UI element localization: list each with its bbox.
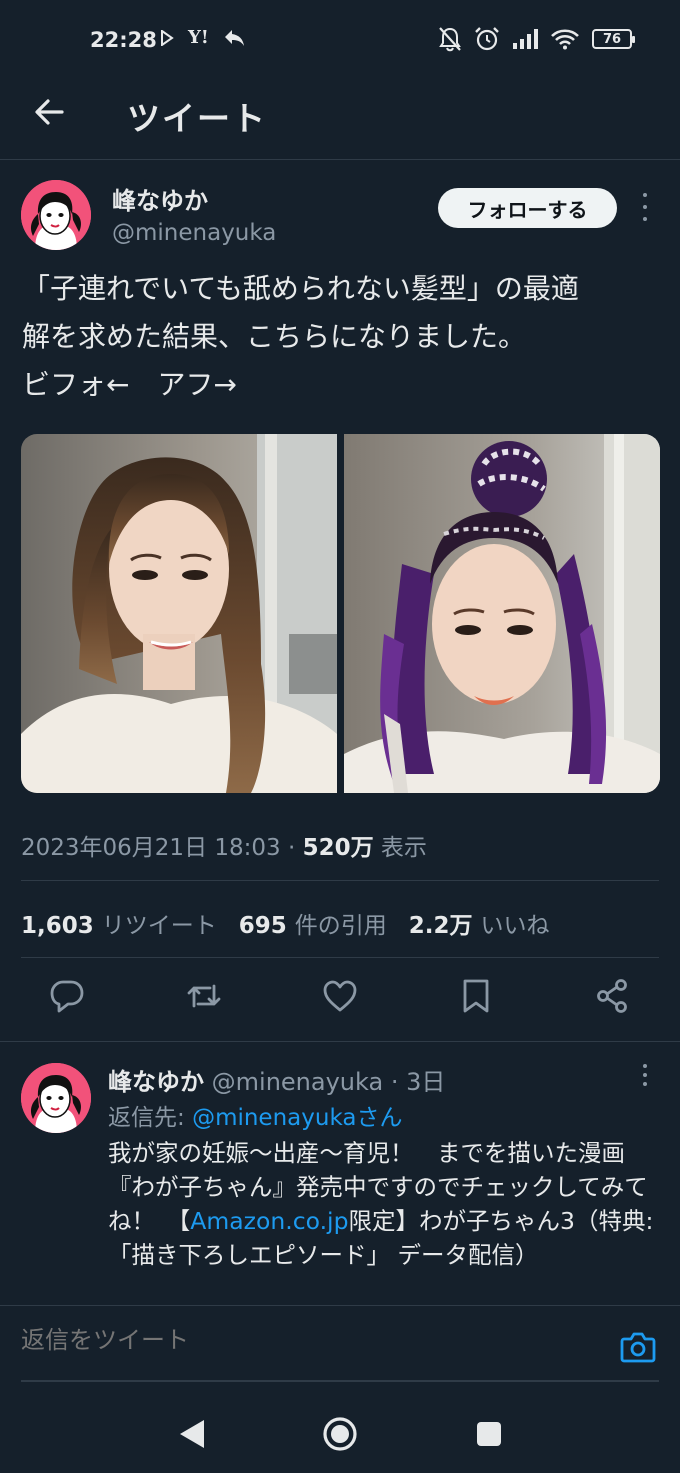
signal-icon xyxy=(513,29,538,49)
battery-icon: 76 xyxy=(592,29,635,49)
tweet-photo-before[interactable] xyxy=(21,434,337,793)
reply-author-avatar[interactable] xyxy=(21,1063,91,1133)
reply-notification-icon xyxy=(224,29,244,46)
follow-button[interactable]: フォローする xyxy=(438,188,617,228)
illustrated-face-icon xyxy=(21,1063,91,1133)
bookmark-icon[interactable] xyxy=(458,978,494,1014)
page-title: ツイート xyxy=(127,99,267,138)
tweet-meta: 2023年06月21日 18:03 · 520万 表示 xyxy=(21,828,427,862)
top-app-bar: ツイート xyxy=(0,82,680,160)
reply-tweet[interactable]: 峰なゆか @minenayuka · 3日 返信先: @minenayukaさん… xyxy=(0,1041,680,1306)
tweet-text: 「子連れでいても舐められない髪型」の最適 解を求めた結果、こちらになりました。 … xyxy=(22,272,579,401)
quotes-stat[interactable]: 695 件の引用 xyxy=(239,906,387,940)
nav-back-icon[interactable] xyxy=(172,1414,212,1454)
retweets-count: 1,603 xyxy=(21,913,94,939)
reply-header: 峰なゆか @minenayuka · 3日 xyxy=(108,1062,445,1097)
views-label: 表示 xyxy=(380,835,427,861)
retweets-label: リツイート xyxy=(101,913,217,939)
nav-home-icon[interactable] xyxy=(320,1414,360,1454)
retweets-stat[interactable]: 1,603 リツイート xyxy=(21,906,217,940)
wifi-icon xyxy=(551,29,579,50)
tweet-stats: 1,603 リツイート 695 件の引用 2.2万 いいね xyxy=(21,906,550,940)
quotes-count: 695 xyxy=(238,913,287,939)
views-count: 520万 xyxy=(302,835,374,861)
play-notification-icon xyxy=(161,29,174,46)
tweet-action-bar xyxy=(0,978,680,1022)
tweet-timestamp[interactable]: 2023年06月21日 18:03 · xyxy=(21,835,303,861)
status-time: 22:28 xyxy=(90,28,157,52)
reply-input[interactable] xyxy=(21,1326,601,1354)
reply-author-name[interactable]: 峰なゆか xyxy=(108,1068,204,1096)
likes-count: 2.2万 xyxy=(408,913,473,939)
reply-icon[interactable] xyxy=(49,978,85,1014)
composer-underline xyxy=(21,1380,659,1382)
divider xyxy=(21,957,659,958)
author-name[interactable]: 峰なゆか xyxy=(112,181,276,216)
author-avatar[interactable] xyxy=(21,180,91,250)
share-icon[interactable] xyxy=(594,978,630,1014)
status-bar: 22:28 Y! 76 xyxy=(0,0,680,82)
reply-age: · 3日 xyxy=(390,1068,446,1096)
yahoo-notification-icon: Y! xyxy=(188,27,209,48)
reply-more-options-icon[interactable] xyxy=(640,1064,650,1086)
nav-recents-icon[interactable] xyxy=(469,1414,509,1454)
reply-to-handle-link[interactable]: @minenayukaさん xyxy=(192,1105,402,1131)
amazon-link[interactable]: Amazon.co.jp xyxy=(190,1207,348,1235)
like-heart-icon[interactable] xyxy=(322,978,358,1014)
retweet-icon[interactable] xyxy=(186,978,222,1014)
reply-text: 我が家の妊娠〜出産〜育児！ までを描いた漫画『わが子ちゃん』発売中ですのでチェッ… xyxy=(108,1136,658,1272)
system-navigation-bar xyxy=(0,1386,680,1473)
more-options-icon[interactable] xyxy=(640,193,650,221)
reply-author-handle[interactable]: @minenayuka xyxy=(212,1068,384,1096)
reply-to-prefix: 返信先: xyxy=(108,1105,193,1131)
photo-before-image xyxy=(21,434,337,793)
quotes-label: 件の引用 xyxy=(294,913,387,939)
back-arrow-icon[interactable] xyxy=(32,94,68,130)
author-handle[interactable]: @minenayuka xyxy=(112,220,276,246)
camera-icon[interactable] xyxy=(620,1330,656,1364)
likes-stat[interactable]: 2.2万 いいね xyxy=(409,906,550,940)
reply-composer xyxy=(0,1306,680,1386)
tweet-photo-after[interactable] xyxy=(344,434,660,793)
reply-to-line: 返信先: @minenayukaさん xyxy=(108,1098,402,1132)
alarm-icon xyxy=(475,27,499,51)
divider xyxy=(21,880,659,881)
mute-bell-icon xyxy=(439,27,461,52)
likes-label: いいね xyxy=(480,913,550,939)
illustrated-face-icon xyxy=(21,180,91,250)
battery-level: 76 xyxy=(602,31,622,47)
author-block: 峰なゆか @minenayuka xyxy=(112,181,276,246)
photo-after-image xyxy=(344,434,660,793)
